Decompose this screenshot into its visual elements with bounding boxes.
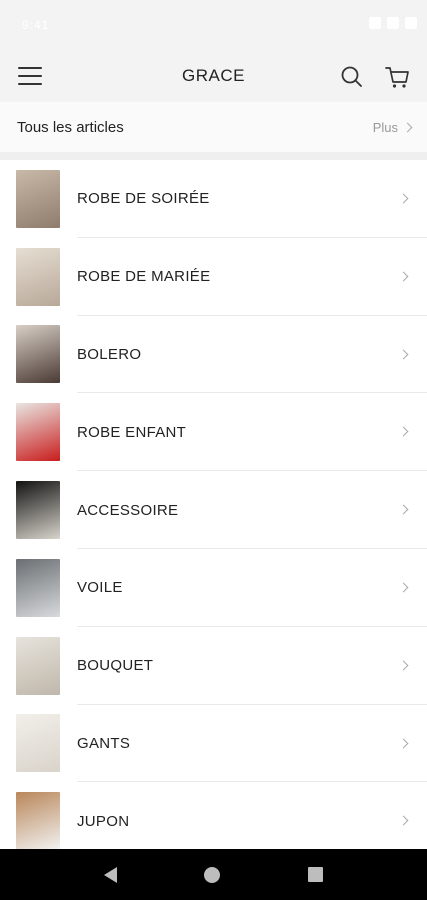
battery-icon [405,17,417,29]
category-label: JUPON [77,812,130,830]
category-label: ACCESSOIRE [77,501,179,519]
search-icon[interactable] [339,64,365,90]
tiara-icon [16,481,60,540]
kids-dress-icon [16,403,60,462]
category-label: VOILE [77,579,123,597]
category-item[interactable]: BOLERO [0,316,427,394]
wedding-dress-icon [16,247,60,306]
system-nav-bar [0,849,427,900]
evening-dress-icon [16,169,60,228]
category-label: BOUQUET [77,657,154,675]
signal-icon [387,17,399,29]
category-item[interactable]: BOUQUET [0,627,427,705]
section-divider [0,152,427,160]
cart-icon[interactable] [383,63,411,91]
status-time: 9:41 [22,18,50,32]
bouquet-icon [16,636,60,695]
category-list: ROBE DE SOIRÉE ROBE DE MARIÉE BOLERO ROBE E… [0,160,427,861]
more-label: Plus [372,119,398,135]
all-articles-row[interactable]: Tous les articles Plus [0,102,427,152]
gloves-icon [16,714,60,773]
back-icon[interactable] [103,866,117,883]
more-link[interactable]: Plus [372,119,413,135]
category-label: ROBE DE MARIÉE [77,268,211,286]
category-item[interactable]: ROBE DE SOIRÉE [0,160,427,238]
menu-icon[interactable] [18,67,42,85]
category-label: GANTS [77,734,131,752]
category-label: ROBE ENFANT [77,423,187,441]
status-icons [369,17,417,29]
app-title: GRACE [182,66,245,85]
chevron-right-icon [402,122,413,132]
home-icon[interactable] [204,866,221,883]
bolero-icon [16,325,60,384]
wifi-icon [369,17,381,29]
category-item[interactable]: GANTS [0,705,427,783]
category-item[interactable]: ACCESSOIRE [0,471,427,549]
category-item[interactable]: VOILE [0,549,427,627]
app-bar: GRACE [0,50,427,102]
category-label: ROBE DE SOIRÉE [77,190,210,208]
category-item[interactable]: ROBE DE MARIÉE [0,238,427,316]
veil-icon [16,558,60,617]
all-articles-label: Tous les articles [17,118,124,136]
status-bar: 9:41 [0,0,427,50]
category-label: BOLERO [77,345,142,363]
category-item[interactable]: ROBE ENFANT [0,393,427,472]
petticoat-icon [16,792,60,851]
recents-icon[interactable] [308,867,324,882]
